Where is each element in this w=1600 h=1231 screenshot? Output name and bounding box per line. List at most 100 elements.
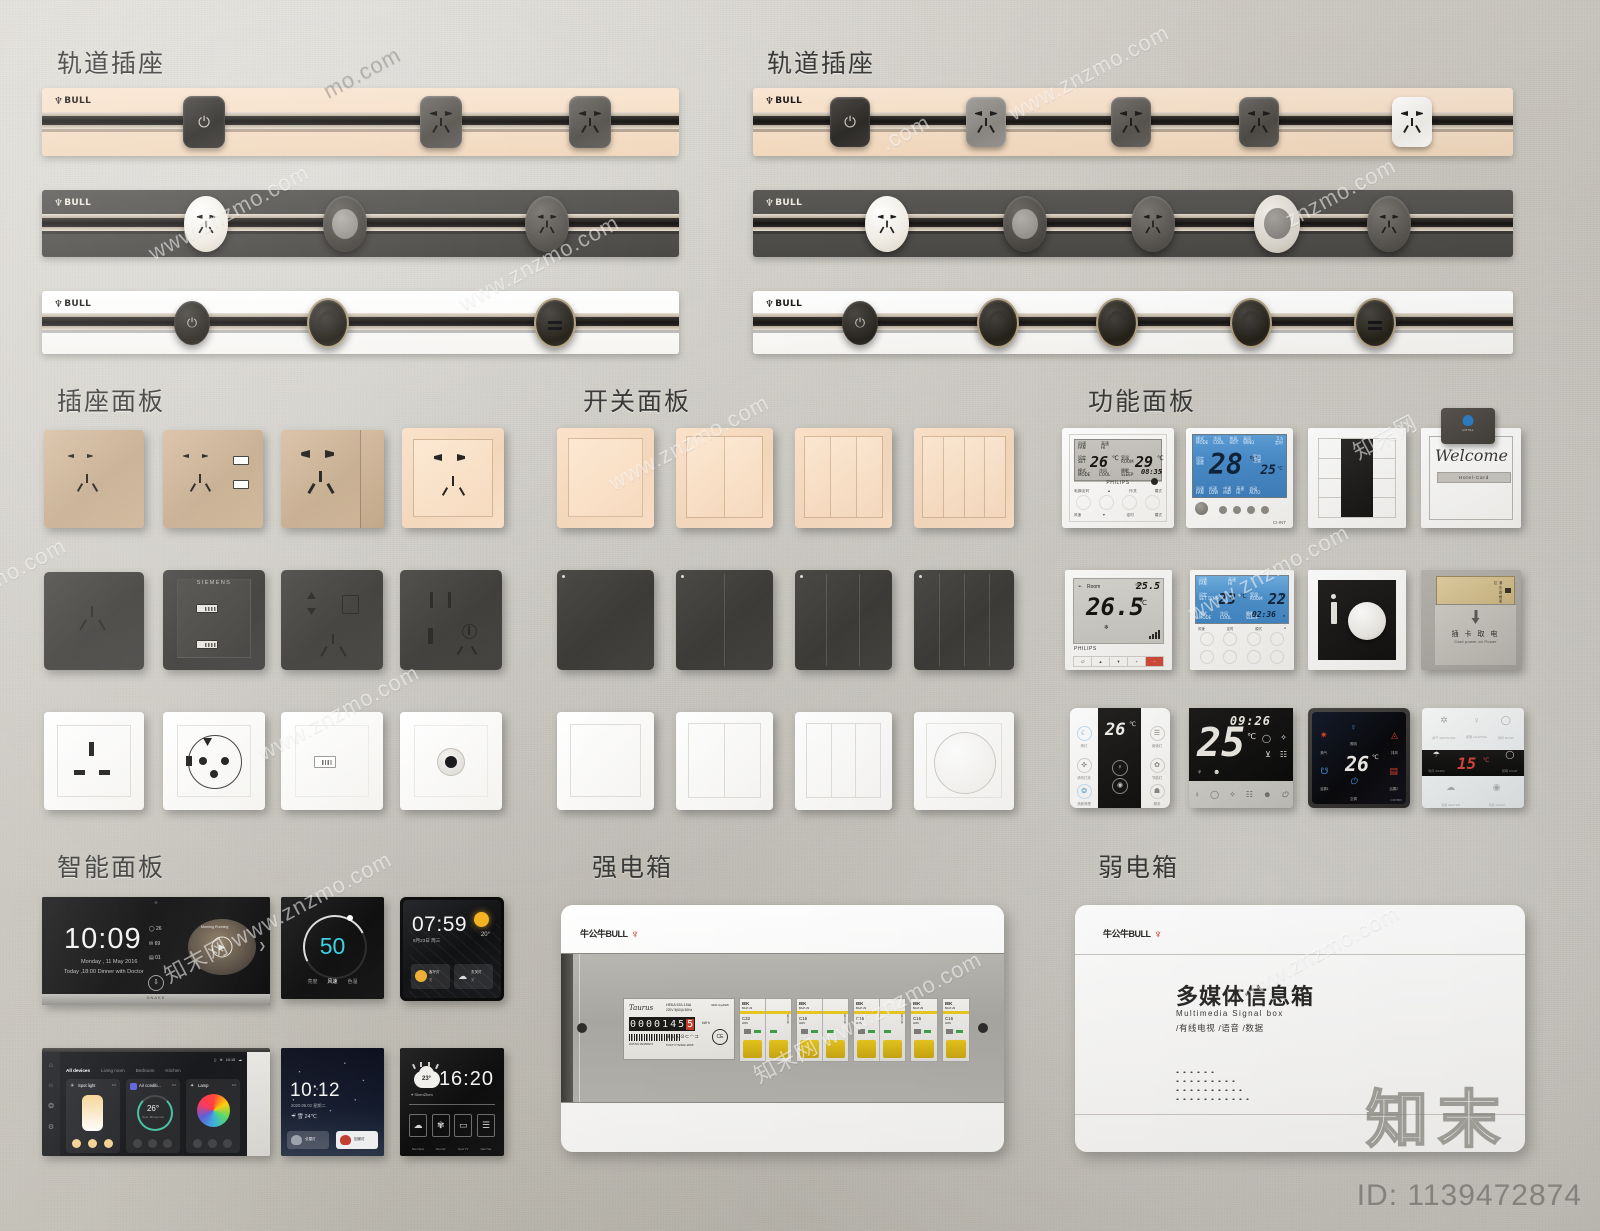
- rocker-1[interactable]: [570, 724, 641, 797]
- function-panel-smart-thermostat-black[interactable]: 26 ℃ ✷ 换气 ♀ 照明 ◬ 排风 ☋ 浴霸1 ⏻ 空调 ▤ 浴霸2 ORV…: [1308, 708, 1410, 808]
- key-light[interactable]: ♀ 照明: [1350, 722, 1357, 750]
- switch-panel-2-gang-champagne[interactable]: [676, 428, 773, 528]
- rocker-2[interactable]: [832, 724, 857, 797]
- socket-panel-five-hole-frame[interactable]: [402, 428, 504, 528]
- round-blank-module[interactable]: [307, 297, 349, 348]
- power-button-module[interactable]: ⏻: [842, 300, 878, 345]
- night-light-icon[interactable]: ☾: [1076, 726, 1092, 741]
- track-socket-strip-2-right[interactable]: ♆BULL: [753, 190, 1513, 257]
- shortcut-card-1[interactable]: 客厅灯 关: [411, 964, 450, 989]
- key-warm[interactable]: ☂ 吹风 WARM: [1428, 750, 1444, 777]
- switch-panel-1-gang-champagne[interactable]: [557, 428, 654, 528]
- socket-panel-five-hole-usb[interactable]: [163, 430, 263, 528]
- card-lamp[interactable]: ✦ Lamp •••: [186, 1079, 240, 1153]
- rocker-1[interactable]: [689, 724, 725, 797]
- scene-next-spot[interactable]: ☁ Next Spot: [409, 1114, 427, 1155]
- round-button[interactable]: [1233, 506, 1241, 514]
- key-warm-air[interactable]: ◉ 风暖 WARM: [1489, 782, 1505, 811]
- five-hole-socket-module[interactable]: [1111, 97, 1151, 147]
- key-button[interactable]: [1319, 439, 1341, 459]
- round-button[interactable]: [1261, 506, 1269, 514]
- switch-panel-2-gang-dark[interactable]: [676, 570, 773, 670]
- switch-panel-3-gang-white[interactable]: [795, 712, 892, 810]
- socket-panel-eu-schuko[interactable]: [163, 712, 265, 810]
- preset-button[interactable]: [208, 1139, 217, 1148]
- rocker-1[interactable]: [687, 437, 725, 517]
- five-hole-socket-module[interactable]: [525, 195, 569, 252]
- energy-icon[interactable]: ✿: [1149, 758, 1165, 773]
- socket-panel-tv-phone[interactable]: [400, 570, 502, 670]
- weak-current-box[interactable]: 牛公牛BULL ♆ 多媒体信息箱 Multimedia Signal box /…: [1075, 905, 1525, 1152]
- scene-button-on[interactable]: 回家灯: [336, 1131, 378, 1149]
- media-thumbnail[interactable]: ▶ Morning Running: [188, 919, 256, 975]
- tab-bedroom[interactable]: Bedroom: [136, 1068, 155, 1073]
- touch-button[interactable]: [1223, 632, 1238, 646]
- key-button[interactable]: [1373, 479, 1395, 499]
- breaker-lever[interactable]: [769, 1040, 788, 1058]
- preset-dot[interactable]: [104, 1139, 113, 1148]
- switch-panel-dimmer-white[interactable]: [914, 712, 1014, 810]
- five-hole-socket-module[interactable]: [966, 97, 1006, 147]
- breaker-module[interactable]: IEK BA47-29 C32 400V BA47-29: [739, 998, 792, 1062]
- smart-panel-dial-control[interactable]: 50 亮度 风速 色温: [281, 897, 384, 999]
- touch-button[interactable]: [1246, 632, 1261, 646]
- key-heater-1[interactable]: ☋ 浴霸1: [1320, 766, 1329, 795]
- color-wheel[interactable]: [197, 1094, 230, 1127]
- switch-panel-4-gang-dark[interactable]: [914, 570, 1014, 670]
- key-blow[interactable]: ◯ 排风 BLOW: [1498, 715, 1514, 745]
- smart-panel-weather-clock[interactable]: 07:59 8月23日 周三 20° 客厅灯 关 ☁ 玄关灯 关: [400, 897, 504, 1001]
- five-hole-socket-module[interactable]: [420, 96, 462, 148]
- touch-button[interactable]: [1246, 650, 1261, 664]
- rocker-2[interactable]: [725, 724, 760, 797]
- key-heater[interactable]: ☁ 浴霸 HEATER: [1441, 782, 1460, 811]
- breaker-lever[interactable]: [857, 1040, 876, 1058]
- track-socket-strip-2-left[interactable]: ♆BULL: [42, 190, 679, 257]
- tab-all-devices[interactable]: All devices: [66, 1068, 90, 1073]
- five-hole-socket-module[interactable]: [184, 195, 228, 252]
- track-socket-strip-1-left[interactable]: ♆BULL ⏻: [42, 88, 679, 156]
- settings-icon[interactable]: ⚙: [48, 1123, 54, 1131]
- breaker-module[interactable]: IEK BA47-29 C16 400V BA47-29: [796, 998, 849, 1062]
- key-blow[interactable]: ◬ 排风: [1391, 730, 1398, 759]
- touch-button[interactable]: [1076, 495, 1091, 510]
- function-panel-card-power-slot[interactable]: 浦东香格里拉 插 卡 取 电 Card power on Power: [1421, 570, 1521, 670]
- dnd-icon[interactable]: ✜: [1076, 758, 1092, 773]
- rocker-3[interactable]: [964, 437, 986, 517]
- usb-socket-module[interactable]: [1354, 297, 1396, 348]
- touch-button[interactable]: [1099, 495, 1114, 510]
- breaker-module[interactable]: IEK BA47-29 C16 400V: [942, 998, 970, 1062]
- bulb-icon[interactable]: ♀: [1194, 790, 1200, 799]
- shortcut-card-2[interactable]: ☁ 玄关灯 关: [454, 964, 493, 989]
- grid-icon[interactable]: ☷: [1246, 790, 1253, 799]
- card-air-conditioner[interactable]: Air conditi... ••• 26° Cool, Strong cool: [126, 1079, 180, 1153]
- power-icon[interactable]: ⏻: [1074, 657, 1092, 666]
- socket-panel-two-pin[interactable]: [44, 430, 144, 528]
- key-ventilate[interactable]: ✲ 换气 VENTILATE: [1432, 715, 1455, 745]
- temperature-dial[interactable]: [137, 1095, 173, 1131]
- rocker-1[interactable]: [923, 437, 944, 517]
- key-button[interactable]: [1319, 479, 1341, 499]
- rocker-1[interactable]: [568, 438, 643, 517]
- socket-panel-usb-white[interactable]: [281, 712, 383, 810]
- breaker-lever[interactable]: [826, 1040, 845, 1058]
- preset-dot[interactable]: [72, 1139, 81, 1148]
- key-button[interactable]: [1373, 459, 1395, 479]
- breaker-module[interactable]: IEK BA47-29 C16 400V: [910, 998, 938, 1062]
- hotel-key-card[interactable]: HOTEL: [1441, 408, 1495, 444]
- five-hole-socket-module[interactable]: [1131, 195, 1175, 252]
- five-hole-socket-module[interactable]: [1239, 97, 1279, 147]
- key-button[interactable]: [1373, 439, 1395, 459]
- light-icon[interactable]: ☼: [48, 1082, 54, 1089]
- rocker-1[interactable]: [807, 724, 832, 797]
- socket-panel-combo-network[interactable]: [281, 570, 383, 670]
- key-heater-2[interactable]: ▤ 浴霸2: [1389, 766, 1398, 795]
- power-button-module[interactable]: ⏻: [183, 96, 225, 148]
- card-spot-light[interactable]: ☀ Spot light •••: [66, 1079, 120, 1153]
- smart-panel-night-sky-clock[interactable]: 10:12 2020.06.02 星期二 ☔ 雪 24℃ 全屋灯 回家灯: [281, 1048, 384, 1156]
- five-hole-socket-module[interactable]: [1392, 97, 1432, 147]
- rocker-2[interactable]: [943, 437, 965, 517]
- smart-panel-weather-scene[interactable]: 23° ⌖ ShenZhen 16:20 ☁ Next Spot ✾ Next …: [400, 1048, 504, 1156]
- home-icon[interactable]: ⌂: [49, 1062, 53, 1069]
- round-button[interactable]: [1219, 506, 1227, 514]
- switch-panel-1-gang-white[interactable]: [557, 712, 654, 810]
